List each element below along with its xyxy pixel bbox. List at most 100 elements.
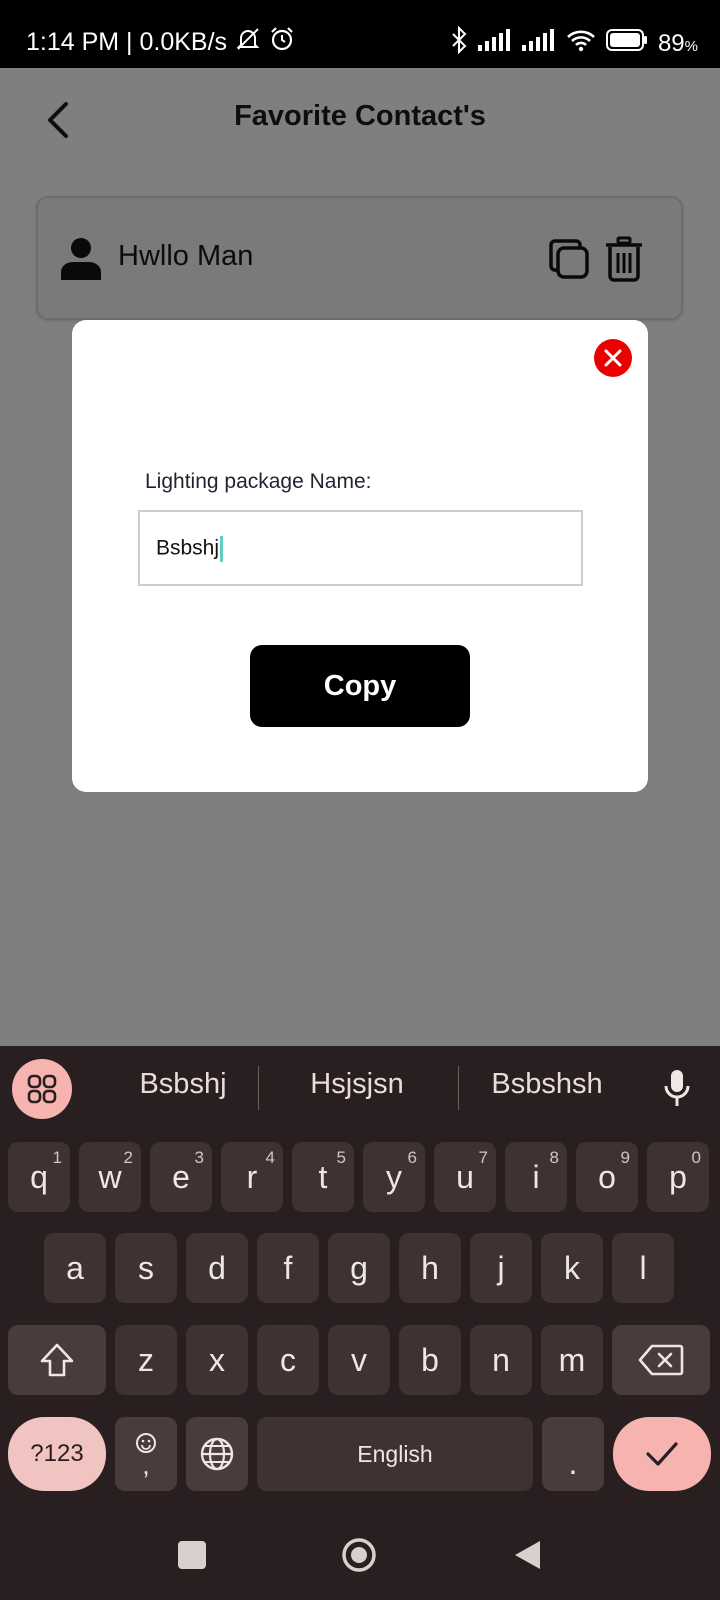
key-a[interactable]: a [44,1233,106,1303]
copy-dialog: Lighting package Name: Bsbshj Copy [72,320,648,792]
suggestion-2[interactable]: Hsjsjsn [272,1068,442,1101]
key-j[interactable]: j [470,1233,532,1303]
key-b[interactable]: b [399,1325,461,1395]
space-key[interactable]: English [257,1417,533,1491]
key-c[interactable]: c [257,1325,319,1395]
package-name-input[interactable]: Bsbshj [138,510,583,586]
status-left: 1:14 PM | 0.0KB/s [26,26,295,59]
key-s[interactable]: s [115,1233,177,1303]
period-label: . [568,1444,578,1481]
comma-label: , [142,1450,150,1480]
copy-icon[interactable] [548,238,590,280]
person-icon [61,238,101,280]
key-hint: 2 [123,1148,133,1167]
mic-icon[interactable] [662,1068,692,1108]
home-icon[interactable] [341,1537,377,1573]
close-icon [604,349,622,367]
battery-level: 89% [658,30,698,58]
key-d[interactable]: d [186,1233,248,1303]
back-icon[interactable] [512,1539,542,1571]
suggestion-divider [258,1066,259,1110]
key-u[interactable]: u7 [434,1142,496,1212]
key-hint: 0 [691,1148,701,1167]
dialog-label: Lighting package Name: [145,470,372,493]
key-n[interactable]: n [470,1325,532,1395]
key-f[interactable]: f [257,1233,319,1303]
text-caret [220,536,224,562]
shift-icon [40,1343,74,1377]
signal-icon [477,29,512,58]
key-hint: 6 [407,1148,417,1167]
key-o[interactable]: o9 [576,1142,638,1212]
key-hint: 8 [549,1148,559,1167]
key-label: y [386,1158,402,1195]
shift-key[interactable] [8,1325,106,1395]
period-key[interactable]: . [542,1417,604,1491]
language-key[interactable] [186,1417,248,1491]
input-value-wrap: Bsbshj [156,536,224,562]
key-label: q [30,1158,48,1195]
key-q[interactable]: q1 [8,1142,70,1212]
key-hint: 9 [620,1148,630,1167]
status-bar: 1:14 PM | 0.0KB/s 89% [0,0,720,68]
battery-percent: 89 [657,29,685,57]
signal-icon [521,29,556,58]
key-z[interactable]: z [115,1325,177,1395]
copy-button[interactable]: Copy [250,645,470,727]
suggestion-divider [458,1066,459,1110]
input-value: Bsbshj [156,536,220,560]
app-header: Favorite Contact's [0,68,720,172]
globe-icon [200,1437,234,1471]
key-g[interactable]: g [328,1233,390,1303]
keyboard-apps-button[interactable] [12,1059,72,1119]
key-e[interactable]: e3 [150,1142,212,1212]
status-time-speed: 1:14 PM | 0.0KB/s [26,28,228,56]
trash-icon[interactable] [604,236,644,282]
close-button[interactable] [594,339,632,377]
key-w[interactable]: w2 [79,1142,141,1212]
key-k[interactable]: k [541,1233,603,1303]
keyboard: Bsbshj Hsjsjsn Bsbshsh q1 w2 e3 r4 t5 y6… [0,1046,720,1600]
backspace-key[interactable] [612,1325,710,1395]
backspace-icon [638,1344,684,1376]
enter-key[interactable] [613,1417,711,1491]
suggestion-1[interactable]: Bsbshj [98,1068,268,1101]
key-v[interactable]: v [328,1325,390,1395]
grid-icon [27,1074,57,1104]
key-h[interactable]: h [399,1233,461,1303]
bluetooth-icon [450,25,468,61]
status-right: 89% [450,25,698,61]
navigation-bar [0,1526,720,1600]
key-label: e [172,1158,190,1195]
key-hint: 4 [265,1148,275,1167]
key-m[interactable]: m [541,1325,603,1395]
key-y[interactable]: y6 [363,1142,425,1212]
contact-name: Hwllo Man [118,240,254,272]
alarm-icon [269,26,295,59]
key-l[interactable]: l [612,1233,674,1303]
recents-icon[interactable] [178,1541,206,1569]
key-p[interactable]: p0 [647,1142,709,1212]
key-label: w [98,1158,122,1195]
key-r[interactable]: r4 [221,1142,283,1212]
emoji-comma-key[interactable]: , [115,1417,177,1491]
key-hint: 1 [52,1148,62,1167]
silent-bell-icon [235,26,261,59]
symbols-key[interactable]: ?123 [8,1417,106,1491]
key-t[interactable]: t5 [292,1142,354,1212]
key-label: r [246,1158,258,1195]
key-hint: 7 [478,1148,488,1167]
key-hint: 3 [194,1148,204,1167]
key-label: p [669,1158,687,1195]
key-hint: 5 [336,1148,346,1167]
checkmark-icon [646,1442,678,1466]
page-title: Favorite Contact's [234,100,486,132]
key-x[interactable]: x [186,1325,248,1395]
battery-icon [605,28,648,59]
key-label: i [532,1158,540,1195]
contact-card[interactable]: Hwllo Man [36,196,683,320]
key-i[interactable]: i8 [505,1142,567,1212]
key-label: o [598,1158,616,1195]
suggestion-3[interactable]: Bsbshsh [462,1068,632,1101]
key-label: t [318,1158,328,1195]
